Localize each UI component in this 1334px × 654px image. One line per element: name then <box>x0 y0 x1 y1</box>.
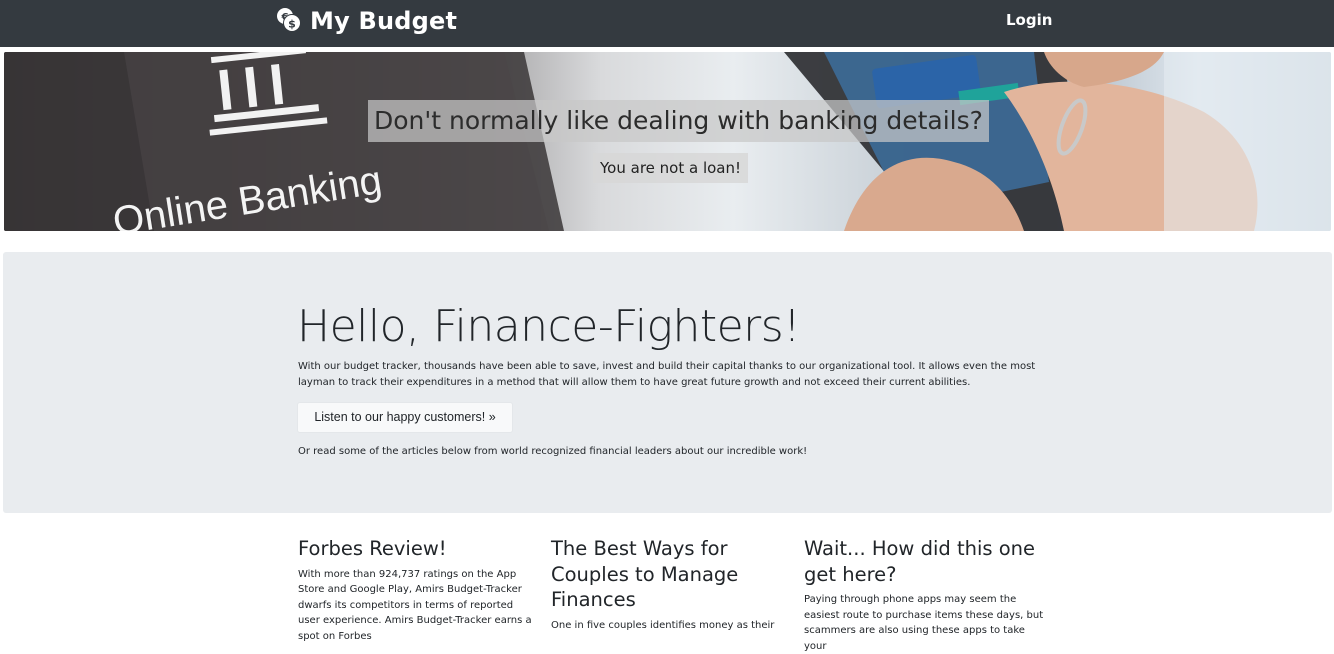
brand-link[interactable]: € $ My Budget <box>274 5 457 37</box>
navbar: € $ My Budget Login <box>0 0 1334 47</box>
article-card: The Best Ways for Couples to Manage Fina… <box>551 536 781 633</box>
article-body: Paying through phone apps may seem the e… <box>804 594 1044 652</box>
jumbotron-title: Hello, Finance-Fighters! <box>297 301 801 352</box>
coins-icon: € $ <box>274 6 304 36</box>
jumbotron-note: Or read some of the articles below from … <box>298 446 808 457</box>
svg-text:$: $ <box>288 18 296 31</box>
jumbotron-text: With our budget tracker, thousands have … <box>298 361 1036 388</box>
article-card: Wait... How did this one get here? Payin… <box>804 536 1044 654</box>
brand-name: My Budget <box>310 7 458 35</box>
article-body: With more than 924,737 ratings on the Ap… <box>298 568 532 642</box>
login-link[interactable]: Login <box>1006 11 1052 29</box>
article-body: One in five couples identifies money as … <box>551 619 775 631</box>
hero-headline: Don't normally like dealing with banking… <box>368 100 989 142</box>
article-card: Forbes Review! With more than 924,737 ra… <box>298 536 534 644</box>
article-title: Wait... How did this one get here? <box>804 537 1036 586</box>
hero-subheadline: You are not a loan! <box>593 153 748 183</box>
happy-customers-button[interactable]: Listen to our happy customers! » <box>297 402 513 433</box>
article-title: The Best Ways for Couples to Manage Fina… <box>551 537 739 611</box>
article-title: Forbes Review! <box>298 537 447 560</box>
